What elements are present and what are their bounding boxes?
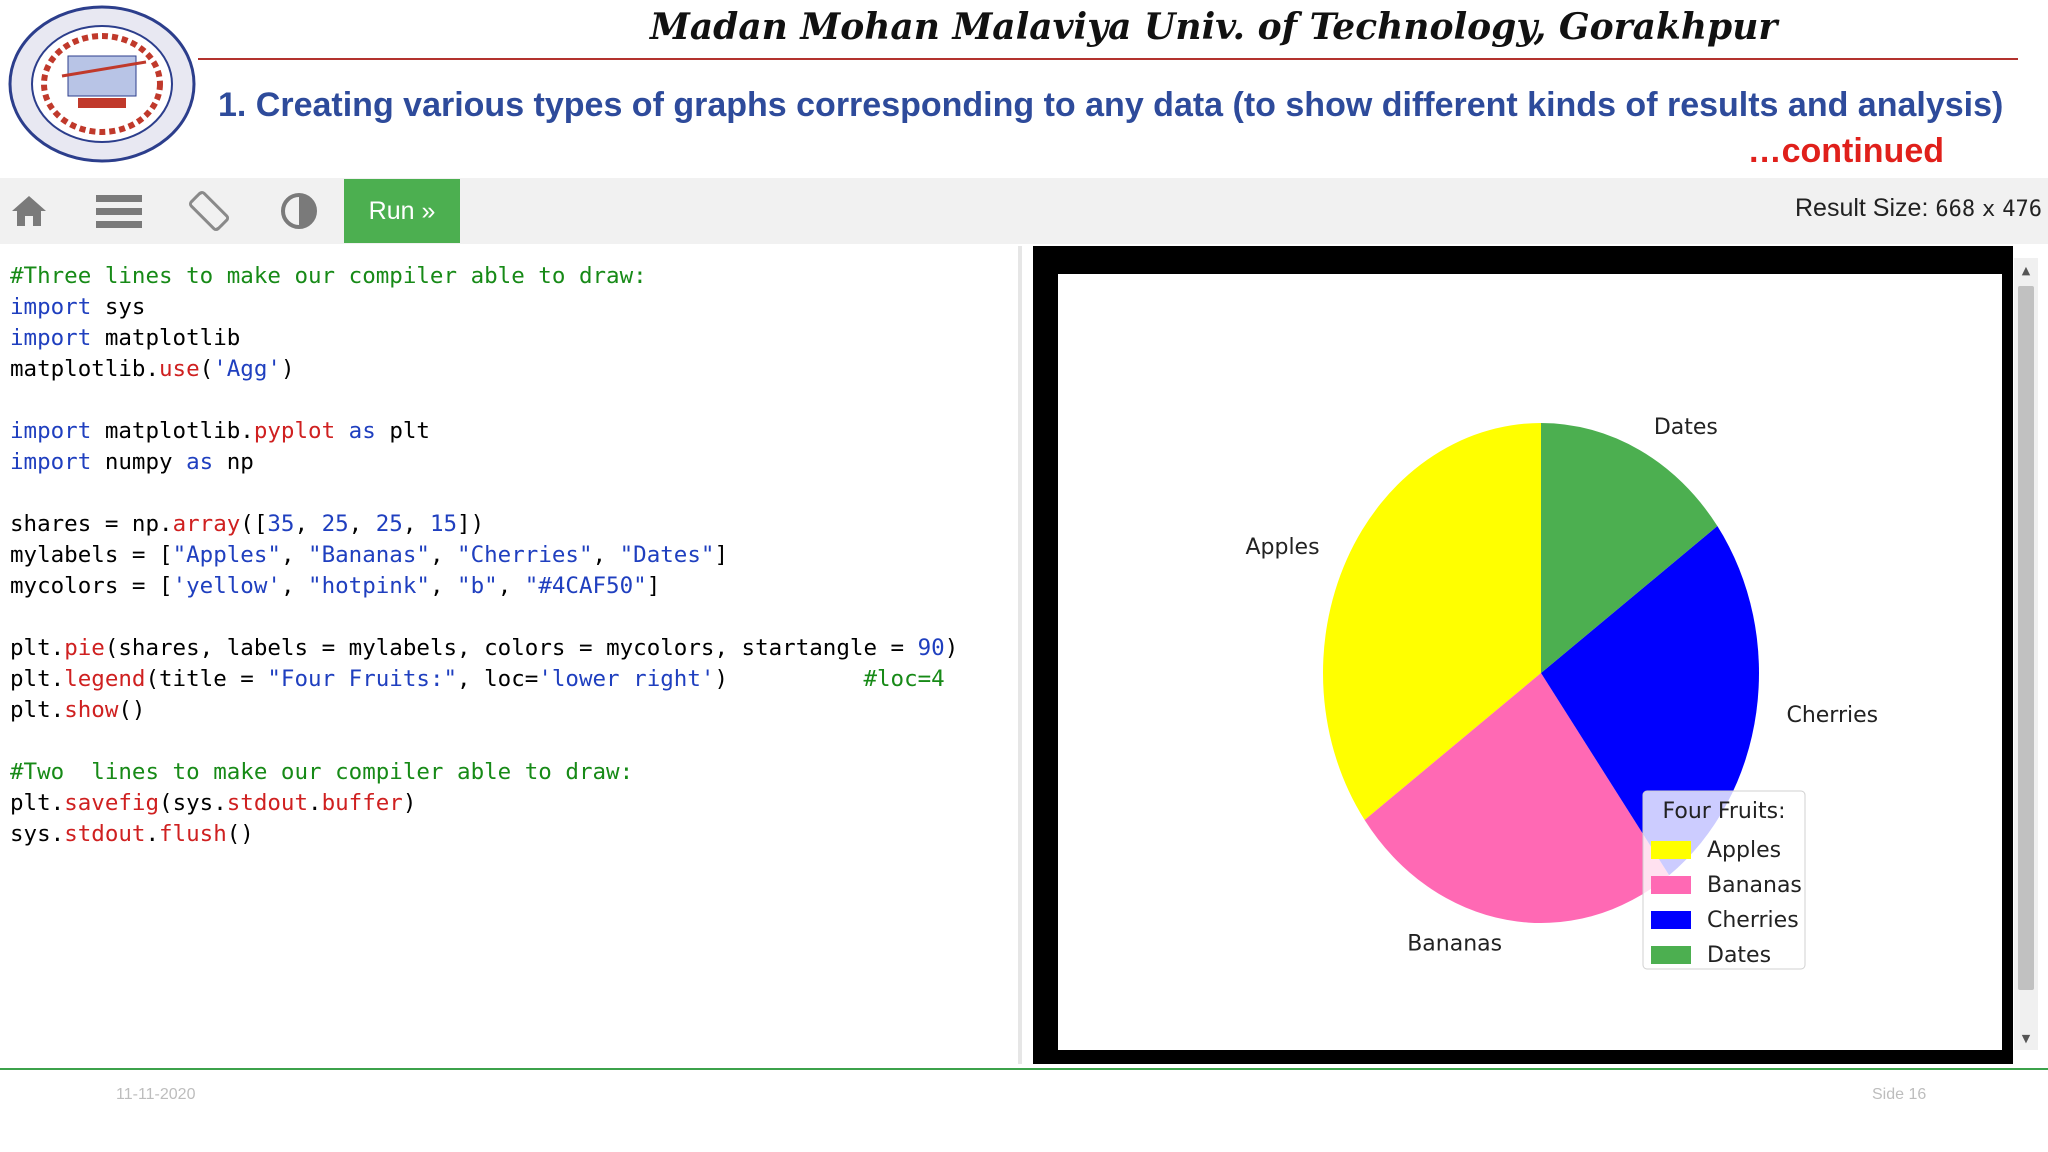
result-size: Result Size: 668 x 476 <box>1795 194 2042 223</box>
contrast-icon[interactable] <box>270 178 328 244</box>
result-size-separator: x <box>1982 197 1996 222</box>
pie-label-cherries: Cherries <box>1786 703 1878 728</box>
code-line: shares = np.array([35, 25, 25, 15]) <box>10 511 485 537</box>
legend-swatch-bananas <box>1651 876 1691 894</box>
code-line: import matplotlib <box>10 325 241 351</box>
legend-label-dates: Dates <box>1707 943 1771 968</box>
legend-swatch-cherries <box>1651 911 1691 929</box>
result-width: 668 <box>1935 197 1976 222</box>
code-line: matplotlib.use('Agg') <box>10 356 295 382</box>
rotate-icon[interactable] <box>180 178 238 244</box>
result-canvas: Apples Bananas Cherries Dates Four Fruits: Ap… <box>1058 274 2002 1050</box>
home-icon[interactable] <box>0 178 58 244</box>
code-text[interactable]: #Three lines to make our compiler able t… <box>10 261 958 850</box>
code-line: mycolors = ['yellow', "hotpink", "b", "#… <box>10 573 661 599</box>
continued-label: …continued <box>1747 132 1944 170</box>
panel-divider[interactable] <box>1018 246 1022 1064</box>
run-button[interactable]: Run » <box>344 179 460 243</box>
code-line: #Three lines to make our compiler able t… <box>10 263 647 289</box>
code-line: #Two lines to make our compiler able to … <box>10 759 634 785</box>
footer-slide-number: Side 16 <box>1872 1086 1927 1103</box>
result-size-label: Result Size: <box>1795 194 1929 222</box>
legend-swatch-dates <box>1651 946 1691 964</box>
chart-legend: Four Fruits: Apples Bananas Cherries Dates <box>1642 790 1806 970</box>
code-line: plt.savefig(sys.stdout.buffer) <box>10 790 417 816</box>
scroll-down-icon[interactable]: ▼ <box>2014 1026 2038 1050</box>
code-line: sys.stdout.flush() <box>10 821 254 847</box>
legend-swatch-apples <box>1651 841 1691 859</box>
pie-chart: Apples Bananas Cherries Dates Four Fruits: Ap… <box>1245 415 1878 970</box>
code-line: import matplotlib.pyplot as plt <box>10 418 430 444</box>
code-line: plt.legend(title = "Four Fruits:", loc='… <box>10 666 945 692</box>
code-line: mylabels = ["Apples", "Bananas", "Cherri… <box>10 542 728 568</box>
result-height: 476 <box>2002 197 2042 222</box>
legend-label-bananas: Bananas <box>1707 873 1802 898</box>
footer-divider <box>0 1068 2048 1070</box>
menu-icon[interactable] <box>90 178 148 244</box>
scroll-thumb[interactable] <box>2018 286 2034 990</box>
legend-label-cherries: Cherries <box>1707 908 1799 933</box>
legend-label-apples: Apples <box>1707 838 1781 863</box>
result-scrollbar[interactable]: ▲ ▼ <box>2014 258 2038 1050</box>
slide-heading: 1. Creating various types of graphs corr… <box>218 86 2004 124</box>
code-line: plt.pie(shares, labels = mylabels, color… <box>10 635 959 661</box>
legend-title: Four Fruits: <box>1663 799 1786 824</box>
editor-toolbar <box>0 178 2048 244</box>
pie-label-dates: Dates <box>1654 415 1718 440</box>
code-line: import numpy as np <box>10 449 254 475</box>
pie-label-bananas: Bananas <box>1407 932 1502 957</box>
code-line: plt.show() <box>10 697 146 723</box>
university-title: Madan Mohan Malaviya Univ. of Technology… <box>650 6 1778 48</box>
code-line: import sys <box>10 294 146 320</box>
footer-date: 11-11-2020 <box>116 1086 196 1103</box>
scroll-up-icon[interactable]: ▲ <box>2014 258 2038 282</box>
university-seal-icon <box>6 4 198 164</box>
pie-label-apples: Apples <box>1245 535 1319 560</box>
title-divider <box>198 58 2018 60</box>
